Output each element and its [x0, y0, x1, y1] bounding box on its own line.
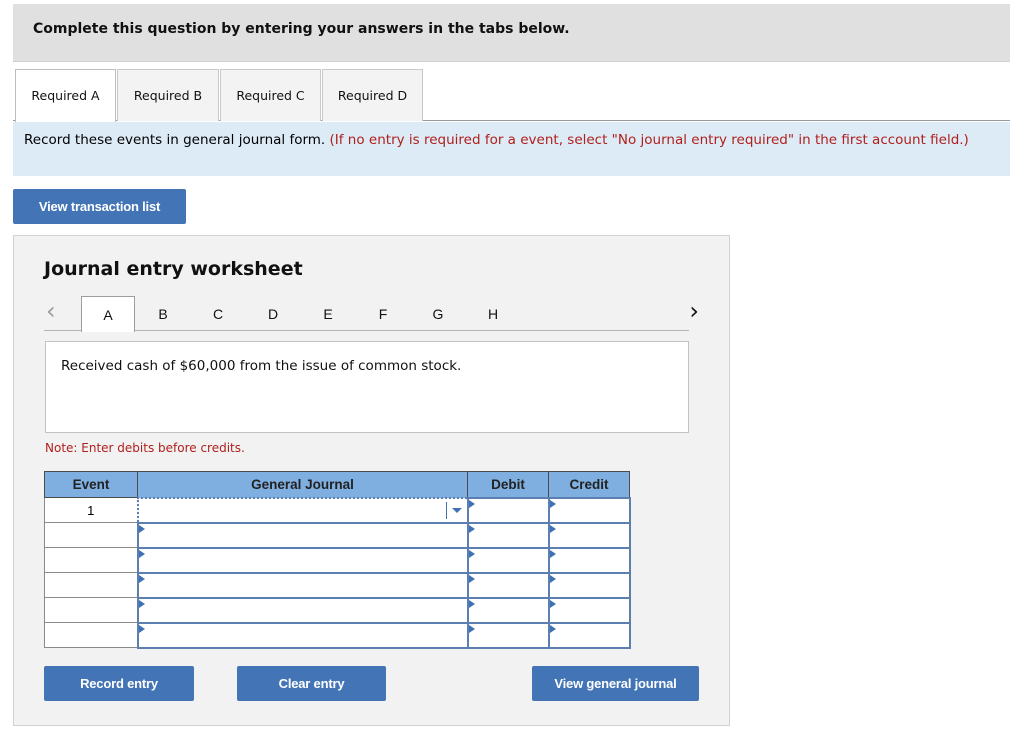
worksheet-title: Journal entry worksheet: [44, 258, 303, 280]
account-select[interactable]: [136, 596, 469, 624]
header-event: Event: [44, 471, 138, 498]
event-letter-nav: ‹ A B C D E F G H ›: [44, 296, 699, 332]
event-tab-a[interactable]: A: [81, 296, 135, 332]
cell-marker-icon: [138, 624, 145, 633]
prompt-note-text: (If no entry is required for a event, se…: [329, 132, 969, 148]
debit-input[interactable]: [466, 596, 550, 624]
debit-input[interactable]: [466, 521, 550, 549]
table-row: [44, 596, 631, 624]
credit-input[interactable]: [547, 596, 631, 624]
event-tab-g[interactable]: G: [411, 296, 465, 332]
table-row: [44, 621, 631, 649]
record-entry-button[interactable]: Record entry: [44, 666, 194, 701]
cell-marker-icon: [138, 549, 145, 558]
table-row: [44, 521, 631, 549]
credit-field[interactable]: [549, 623, 629, 647]
dropdown-separator: [445, 501, 447, 519]
account-select[interactable]: [136, 621, 469, 649]
debit-field[interactable]: [468, 548, 548, 572]
table-row: [44, 546, 631, 574]
required-tabs: Required A Required B Required C Require…: [13, 69, 1010, 122]
debit-input[interactable]: [466, 621, 550, 649]
debit-field[interactable]: [468, 523, 548, 547]
view-transaction-list-button[interactable]: View transaction list: [13, 189, 186, 224]
credit-input[interactable]: [547, 496, 631, 524]
header-general-journal: General Journal: [137, 471, 468, 498]
debit-field[interactable]: [468, 623, 548, 647]
chevron-right-icon[interactable]: ›: [689, 298, 699, 324]
chevron-left-icon[interactable]: ‹: [46, 298, 56, 324]
tab-required-d[interactable]: Required D: [322, 69, 423, 121]
header-credit: Credit: [548, 471, 630, 498]
event-tab-h[interactable]: H: [466, 296, 520, 332]
event-cell: 1: [44, 497, 138, 523]
view-general-journal-button[interactable]: View general journal: [532, 666, 699, 701]
event-tab-b[interactable]: B: [136, 296, 190, 332]
journal-table: Event General Journal Debit Credit 1: [44, 471, 631, 649]
credit-input[interactable]: [547, 571, 631, 599]
tab-required-c[interactable]: Required C: [220, 69, 321, 121]
dropdown-arrow-icon[interactable]: [451, 507, 462, 513]
journal-entry-worksheet: Journal entry worksheet ‹ A B C D E F G …: [13, 235, 730, 726]
event-description: Received cash of $60,000 from the issue …: [61, 358, 462, 374]
debits-note: Note: Enter debits before credits.: [45, 441, 245, 455]
cell-marker-icon: [138, 574, 145, 583]
debit-input[interactable]: [466, 496, 550, 524]
credit-field[interactable]: [549, 523, 629, 547]
event-cell: [44, 522, 138, 548]
cell-marker-icon: [138, 524, 145, 533]
event-tab-e[interactable]: E: [301, 296, 355, 332]
credit-field[interactable]: [549, 598, 629, 622]
table-row: 1: [44, 496, 631, 524]
clear-entry-button[interactable]: Clear entry: [237, 666, 386, 701]
credit-input[interactable]: [547, 521, 631, 549]
table-row: [44, 571, 631, 599]
account-select[interactable]: [136, 521, 469, 549]
account-select[interactable]: [136, 546, 469, 574]
debit-field[interactable]: [468, 598, 548, 622]
instruction-text: Complete this question by entering your …: [33, 21, 570, 37]
credit-field[interactable]: [549, 573, 629, 597]
prompt-bar: Record these events in general journal f…: [13, 122, 1010, 176]
header-debit: Debit: [467, 471, 549, 498]
debit-field[interactable]: [468, 498, 548, 522]
account-select[interactable]: [136, 571, 469, 599]
account-select[interactable]: [136, 496, 469, 524]
event-cell: [44, 547, 138, 573]
event-tab-d[interactable]: D: [246, 296, 300, 332]
credit-field[interactable]: [549, 548, 629, 572]
tab-required-b[interactable]: Required B: [117, 69, 219, 121]
credit-input[interactable]: [547, 621, 631, 649]
debit-input[interactable]: [466, 546, 550, 574]
event-cell: [44, 572, 138, 598]
debit-input[interactable]: [466, 571, 550, 599]
event-cell: [44, 622, 138, 648]
debit-field[interactable]: [468, 573, 548, 597]
event-cell: [44, 597, 138, 623]
event-tab-c[interactable]: C: [191, 296, 245, 332]
credit-field[interactable]: [549, 498, 629, 522]
instruction-bar: Complete this question by entering your …: [13, 4, 1010, 62]
prompt-main-text: Record these events in general journal f…: [24, 132, 330, 148]
credit-input[interactable]: [547, 546, 631, 574]
tab-required-a[interactable]: Required A: [15, 69, 116, 122]
event-description-box: Received cash of $60,000 from the issue …: [45, 341, 689, 433]
cell-marker-icon: [138, 599, 145, 608]
journal-table-header: Event General Journal Debit Credit: [44, 471, 630, 498]
event-tab-f[interactable]: F: [356, 296, 410, 332]
